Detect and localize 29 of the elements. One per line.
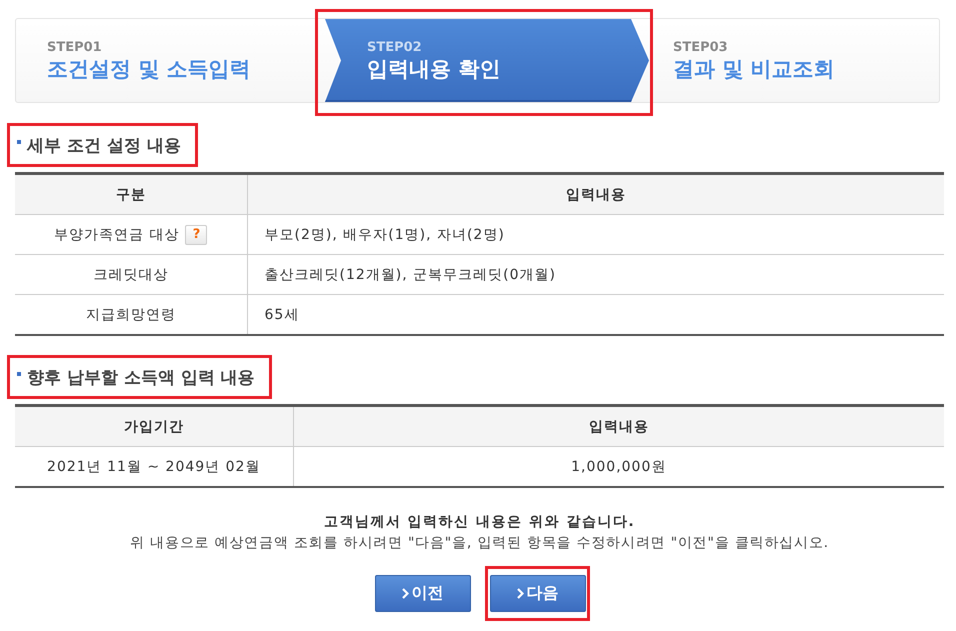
step-number: STEP01 — [47, 40, 102, 56]
column-header: 입력내용 — [247, 174, 944, 214]
square-bullet-icon — [17, 372, 21, 376]
nav-button[interactable]: 다음 — [490, 575, 586, 612]
table-cell: 크레딧대상 — [15, 254, 247, 294]
step-number: STEP03 — [673, 40, 728, 56]
square-bullet-icon — [17, 140, 21, 144]
step-title: 조건설정 및 소득입력 — [47, 56, 251, 82]
column-header: 가입기간 — [15, 406, 293, 446]
step-title: 입력내용 확인 — [367, 56, 500, 82]
table-cell: 1,000,000원 — [293, 446, 944, 487]
step-number: STEP02 — [367, 40, 422, 56]
column-header: 입력내용 — [293, 406, 944, 446]
section-title: 향후 납부할 소득액 입력 내용 — [27, 366, 255, 388]
table-cell: 출산크레딧(12개월), 군복무크레딧(0개월) — [247, 254, 944, 294]
step-title: 결과 및 비교조회 — [673, 56, 835, 82]
column-header: 구분 — [15, 174, 247, 214]
chevron-icon — [402, 588, 408, 599]
table-cell: 65세 — [247, 294, 944, 335]
table-cell: 지급희망연령 — [15, 294, 247, 335]
chevron-icon — [516, 588, 524, 599]
notice-heading: 고객님께서 입력하신 내용은 위와 같습니다. — [322, 513, 636, 532]
help-button[interactable]: ? — [185, 224, 208, 244]
notice-text: 위 내용으로 예상연금액 조회를 하시려면 "다음"을, 입력된 항목을 수정하시려면 "이전"을 클릭하십시오. — [129, 534, 830, 553]
row-label: 부양가족연금 대상 — [54, 226, 180, 244]
nav-button[interactable]: 이전 — [374, 575, 470, 612]
table-cell: 부모(2명), 배우자(1명), 자녀(2명) — [247, 214, 944, 254]
table-cell: 2021년 11월 ~ 2049년 02월 — [15, 446, 293, 487]
section-title: 세부 조건 설정 내용 — [27, 134, 181, 156]
